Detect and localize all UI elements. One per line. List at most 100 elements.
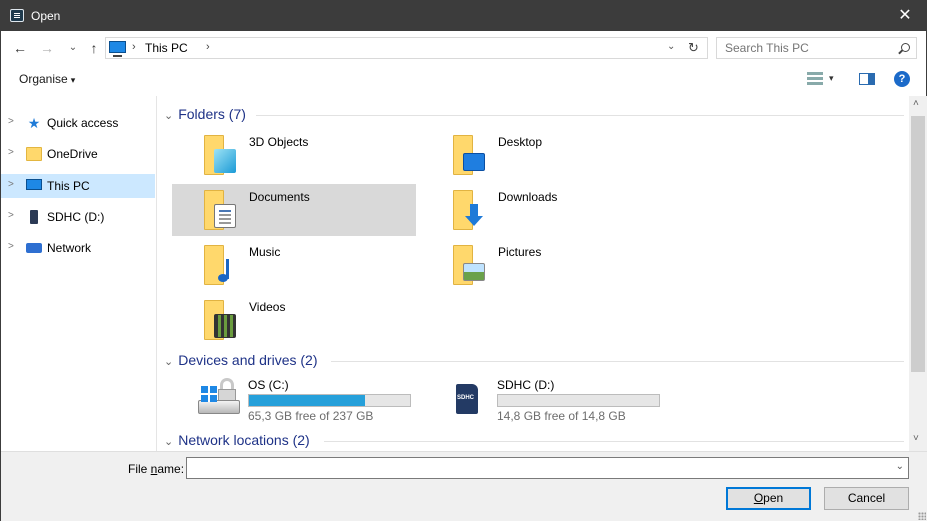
sidebar-item-label: Quick access	[47, 116, 119, 130]
sidebar-item-label: This PC	[47, 179, 90, 193]
pictures-icon	[453, 243, 487, 287]
file-list-view: ⌄ Folders (7) 3D Objects Desktop Document…	[158, 96, 909, 451]
folder-name: 3D Objects	[249, 135, 309, 149]
expand-chevron-icon[interactable]: >	[8, 210, 14, 221]
forward-button[interactable]: →	[37, 38, 57, 58]
folder-documents[interactable]: Documents	[172, 184, 416, 236]
scrollbar-thumb[interactable]	[911, 116, 925, 372]
folder-name: Videos	[249, 300, 286, 314]
folder-3d-objects[interactable]: 3D Objects	[172, 129, 416, 181]
sidebar-item-this-pc[interactable]: > This PC	[1, 174, 155, 198]
onedrive-folder-icon	[26, 147, 42, 161]
drive-free-space: 65,3 GB free of 237 GB	[248, 409, 374, 423]
expand-chevron-icon[interactable]: >	[8, 147, 14, 158]
change-view-button[interactable]	[807, 71, 823, 87]
scroll-up-arrow-icon[interactable]: ˄	[913, 98, 919, 109]
back-button[interactable]: ←	[10, 38, 30, 58]
open-label-text: pen	[763, 491, 784, 505]
collapse-chevron-icon: ⌄	[164, 356, 174, 368]
windows-drive-icon	[198, 378, 242, 420]
desktop-icon	[453, 133, 487, 177]
drive-name: SDHC (D:)	[497, 378, 555, 392]
title-bar: Open ✕	[1, 1, 927, 31]
app-icon	[10, 9, 24, 22]
sidebar-item-label: Network	[47, 241, 92, 255]
up-button[interactable]: ↑	[84, 38, 104, 58]
folder-name: Desktop	[498, 135, 543, 149]
videos-icon	[204, 298, 238, 342]
folder-music[interactable]: Music	[172, 239, 416, 291]
vertical-scrollbar[interactable]: ˄ ˅	[909, 96, 927, 451]
group-title: Network locations (2)	[178, 432, 310, 448]
folder-name: Documents	[249, 190, 310, 204]
group-header-network[interactable]: ⌄ Network locations (2)	[164, 432, 310, 450]
organise-label: Organise	[19, 72, 68, 86]
scroll-down-arrow-icon[interactable]: ˅	[913, 433, 919, 444]
organise-menu-button[interactable]: Organise ▾	[19, 72, 75, 86]
expand-chevron-icon[interactable]: >	[8, 116, 14, 127]
sidebar-item-network[interactable]: > Network	[1, 236, 155, 260]
chevron-down-icon: ▾	[70, 75, 76, 85]
refresh-button[interactable]: ↻	[688, 40, 699, 56]
resize-grip-icon[interactable]	[918, 512, 926, 520]
drive-usage-fill	[249, 395, 365, 406]
expand-chevron-icon[interactable]: >	[8, 241, 14, 252]
sd-card-icon	[456, 378, 480, 420]
search-box[interactable]	[716, 37, 917, 59]
sidebar-item-label: OneDrive	[47, 147, 98, 161]
quick-access-star-icon: ★	[27, 115, 41, 131]
chevron-down-icon[interactable]: ⌄	[896, 461, 904, 472]
file-name-combobox[interactable]: ⌄	[186, 457, 909, 479]
dialog-footer: File name: ⌄ Open Cancel	[1, 451, 927, 521]
file-name-label: File name:	[128, 462, 184, 476]
breadcrumb-separator[interactable]: ›	[206, 41, 210, 53]
window-title: Open	[31, 9, 61, 23]
drive-free-space: 14,8 GB free of 14,8 GB	[497, 409, 626, 423]
view-list-icon-line	[807, 82, 823, 85]
close-button[interactable]: ✕	[882, 1, 927, 31]
view-list-icon-line	[807, 77, 823, 80]
file-name-label-text: File	[128, 462, 151, 476]
open-label-accel: O	[753, 491, 764, 505]
recent-locations-button[interactable]: ⌄	[63, 38, 83, 58]
group-header-devices[interactable]: ⌄ Devices and drives (2)	[164, 352, 318, 370]
view-options-dropdown[interactable]: ▾	[829, 73, 834, 84]
address-bar[interactable]: › This PC › ⌄ ↻	[105, 37, 708, 59]
breadcrumb-separator[interactable]: ›	[132, 41, 136, 53]
group-divider	[324, 441, 904, 442]
3d-objects-icon	[204, 133, 238, 177]
help-button[interactable]: ?	[894, 71, 910, 87]
folder-downloads[interactable]: Downloads	[421, 184, 665, 236]
sd-card-icon	[30, 210, 38, 224]
folder-name: Music	[249, 245, 281, 259]
documents-icon	[204, 188, 238, 232]
music-icon	[204, 243, 238, 287]
group-divider	[256, 115, 904, 116]
expand-chevron-icon[interactable]: >	[8, 179, 14, 190]
folder-pictures[interactable]: Pictures	[421, 239, 665, 291]
address-dropdown-button[interactable]: ⌄	[667, 41, 675, 52]
drive-usage-bar	[497, 394, 660, 407]
drive-usage-bar	[248, 394, 411, 407]
file-name-input[interactable]	[187, 458, 887, 478]
file-name-label-text: ame:	[157, 462, 185, 476]
network-icon	[26, 243, 42, 253]
drive-sdhc-d[interactable]: SDHC (D:) 14,8 GB free of 14,8 GB	[407, 376, 660, 423]
preview-pane-button[interactable]	[859, 73, 875, 85]
search-icon[interactable]	[901, 43, 910, 52]
folder-videos[interactable]: Videos	[172, 294, 416, 346]
drive-os-c[interactable]: OS (C:) 65,3 GB free of 237 GB	[158, 376, 411, 423]
group-header-folders[interactable]: ⌄ Folders (7)	[164, 106, 246, 124]
search-input[interactable]	[717, 38, 892, 58]
folder-name: Downloads	[498, 190, 558, 204]
sidebar-item-onedrive[interactable]: > OneDrive	[1, 142, 155, 166]
folder-name: Pictures	[498, 245, 542, 259]
open-button[interactable]: Open	[726, 487, 811, 510]
sidebar-item-quick-access[interactable]: > ★ Quick access	[1, 111, 155, 135]
open-file-dialog: Open ✕ ← → ⌄ ↑ › This PC › ⌄ ↻ Organise▾…	[0, 0, 927, 521]
breadcrumb-this-pc[interactable]: This PC	[145, 41, 188, 55]
cancel-button[interactable]: Cancel	[824, 487, 909, 510]
sidebar-item-label: SDHC (D:)	[47, 210, 105, 224]
folder-desktop[interactable]: Desktop	[421, 129, 665, 181]
sidebar-item-sdhc[interactable]: > SDHC (D:)	[1, 205, 155, 229]
